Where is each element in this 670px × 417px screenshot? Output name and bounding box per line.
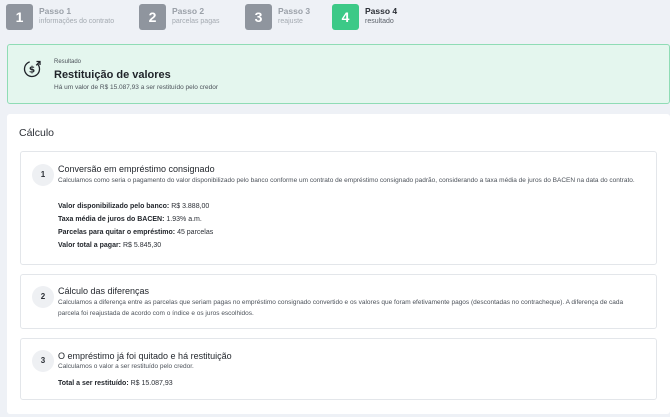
step-badge: 1 bbox=[32, 164, 54, 186]
card-description: Calculamos o valor a ser restituído pelo… bbox=[58, 363, 194, 370]
detail-label: Parcelas para quitar o empréstimo: bbox=[58, 229, 176, 236]
step-title: Passo 2 bbox=[172, 6, 205, 16]
result-banner: $ Resultado Restituição de valores Há um… bbox=[7, 44, 670, 104]
card-title: O empréstimo já foi quitado e há restitu… bbox=[58, 351, 232, 361]
dollar-refund-icon: $ bbox=[23, 60, 41, 78]
card-description: Calculamos como seria o pagamento do val… bbox=[58, 177, 635, 184]
step-subtitle: parcelas pagas bbox=[172, 18, 220, 25]
detail-value: R$ 15.087,93 bbox=[130, 380, 173, 387]
detail-row: Taxa média de juros do BACEN: 1.93% a.m. bbox=[58, 216, 202, 223]
step-number: 1 bbox=[6, 4, 33, 30]
card-title: Conversão em empréstimo consignado bbox=[58, 164, 215, 174]
svg-text:$: $ bbox=[29, 65, 35, 75]
detail-value: 45 parcelas bbox=[177, 229, 214, 236]
step-badge: 3 bbox=[32, 350, 54, 372]
calculation-card-1: 1 Conversão em empréstimo consignado Cal… bbox=[20, 151, 657, 265]
step-subtitle: informações do contrato bbox=[39, 18, 115, 25]
calculation-title: Cálculo bbox=[19, 127, 55, 139]
card-title: Cálculo das diferenças bbox=[58, 286, 150, 296]
detail-label: Valor disponibilizado pelo banco: bbox=[58, 203, 170, 210]
detail-value: R$ 5.845,30 bbox=[122, 242, 162, 249]
result-label: Resultado bbox=[54, 59, 82, 65]
step-number: 3 bbox=[245, 4, 272, 30]
calculation-card-3: 3 O empréstimo já foi quitado e há resti… bbox=[20, 338, 657, 400]
detail-label: Valor total a pagar: bbox=[58, 242, 122, 249]
result-message: Há um valor de R$ 15.087,93 a ser restit… bbox=[54, 84, 219, 91]
card-description: Calculamos a diferença entre as parcelas… bbox=[58, 299, 624, 317]
step-title: Passo 1 bbox=[39, 6, 72, 16]
detail-row: Valor disponibilizado pelo banco: R$ 3.8… bbox=[58, 203, 209, 210]
detail-label: Taxa média de juros do BACEN: bbox=[58, 216, 165, 223]
step-number: 4 bbox=[332, 4, 359, 30]
step-subtitle: resultado bbox=[365, 18, 394, 25]
detail-value: R$ 3.888,00 bbox=[171, 203, 210, 210]
result-title: Restituição de valores bbox=[54, 69, 171, 81]
detail-row: Parcelas para quitar o empréstimo: 45 pa… bbox=[58, 229, 213, 236]
calculation-panel: Cálculo 1 Conversão em empréstimo consig… bbox=[7, 114, 670, 414]
step-number: 2 bbox=[139, 4, 166, 30]
detail-label: Total a ser restituído: bbox=[58, 380, 129, 387]
step-badge: 2 bbox=[32, 286, 54, 308]
detail-value: 1.93% a.m. bbox=[166, 216, 202, 223]
calculation-card-2: 2 Cálculo das diferenças Calculamos a di… bbox=[20, 274, 657, 329]
step-title: Passo 3 bbox=[278, 6, 311, 16]
step-title: Passo 4 bbox=[365, 6, 398, 16]
detail-row: Total a ser restituído: R$ 15.087,93 bbox=[58, 380, 173, 387]
step-subtitle: reajuste bbox=[278, 18, 303, 25]
detail-row: Valor total a pagar: R$ 5.845,30 bbox=[58, 242, 161, 249]
